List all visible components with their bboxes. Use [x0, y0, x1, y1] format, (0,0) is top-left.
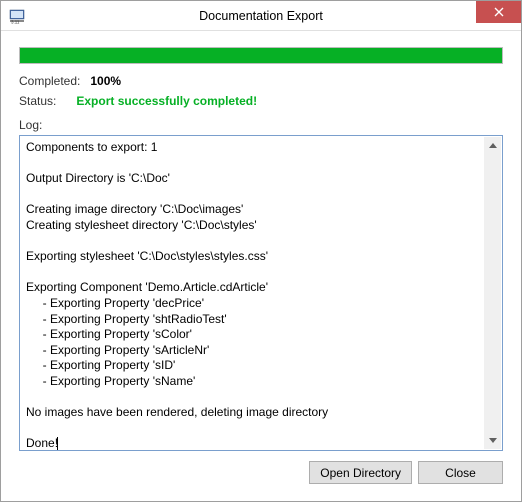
button-row: Open Directory Close: [19, 461, 503, 484]
status-label: Status:: [19, 94, 56, 108]
completed-value: 100%: [90, 74, 121, 88]
completed-row: Completed: 100%: [19, 74, 503, 88]
window-close-button[interactable]: [476, 1, 521, 23]
app-icon: 3.11: [8, 7, 26, 25]
text-cursor: [57, 437, 58, 450]
log-content: Components to export: 1 Output Directory…: [26, 140, 328, 450]
close-button[interactable]: Close: [418, 461, 503, 484]
dialog-content: Completed: 100% Status: Export successfu…: [1, 31, 521, 496]
open-directory-button[interactable]: Open Directory: [309, 461, 412, 484]
svg-text:3.11: 3.11: [11, 19, 20, 24]
status-value: Export successfully completed!: [76, 94, 257, 108]
log-label: Log:: [19, 118, 503, 132]
log-scrollbar[interactable]: [484, 137, 501, 449]
log-textarea[interactable]: Components to export: 1 Output Directory…: [19, 135, 503, 451]
window-title: Documentation Export: [1, 9, 521, 23]
progress-bar: [19, 47, 503, 64]
status-row: Status: Export successfully completed!: [19, 94, 503, 108]
completed-label: Completed:: [19, 74, 80, 88]
progress-fill: [20, 48, 502, 63]
scroll-up-icon[interactable]: [484, 137, 501, 154]
close-icon: [494, 7, 504, 17]
scroll-down-icon[interactable]: [484, 432, 501, 449]
titlebar: 3.11 Documentation Export: [1, 1, 521, 31]
